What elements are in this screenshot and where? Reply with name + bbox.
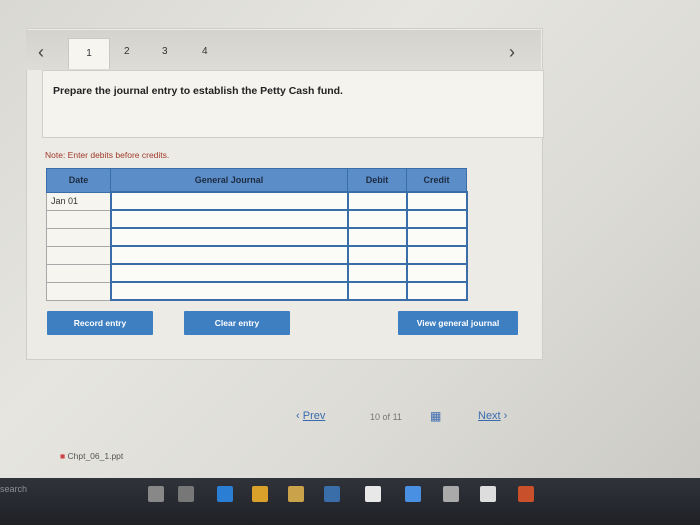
- tab-3[interactable]: 3: [162, 46, 168, 57]
- credit-input[interactable]: [405, 245, 468, 265]
- journal-table: Date General Journal Debit Credit Jan 01: [46, 168, 468, 301]
- header-debit: Debit: [347, 168, 407, 193]
- debit-input[interactable]: [346, 191, 408, 211]
- credit-input[interactable]: [405, 209, 468, 229]
- question-text: Prepare the journal entry to establish t…: [53, 85, 343, 97]
- credit-input[interactable]: [405, 281, 468, 301]
- debit-input[interactable]: [346, 209, 408, 229]
- table-row: Jan 01: [46, 191, 468, 211]
- store-icon[interactable]: [324, 486, 340, 502]
- debit-input[interactable]: [346, 227, 408, 247]
- mail-icon[interactable]: [480, 486, 496, 502]
- file-explorer-icon[interactable]: [288, 486, 304, 502]
- download-file-name: Chpt_06_1.ppt: [67, 451, 124, 461]
- account-input[interactable]: [109, 245, 349, 265]
- debit-input[interactable]: [346, 245, 408, 265]
- date-cell[interactable]: [46, 209, 111, 229]
- date-cell[interactable]: [46, 245, 111, 265]
- question-tabs: ‹ 1 2 3 4 ›: [26, 30, 541, 70]
- tab-2[interactable]: 2: [124, 46, 130, 57]
- chevron-right-icon[interactable]: ›: [509, 42, 515, 63]
- ppt-file-icon: ■: [60, 451, 68, 461]
- chevron-left-icon: ‹: [296, 410, 303, 422]
- chrome-icon[interactable]: [252, 486, 268, 502]
- powerpoint-icon[interactable]: [518, 486, 534, 502]
- dropbox-icon[interactable]: [405, 486, 421, 502]
- edge-icon[interactable]: [217, 486, 233, 502]
- page-indicator: 10 of 11: [370, 412, 402, 422]
- date-cell[interactable]: Jan 01: [46, 191, 111, 211]
- chevron-right-icon: ›: [500, 410, 508, 422]
- page-position: 10: [370, 412, 381, 422]
- page-of: of: [382, 412, 391, 422]
- date-cell[interactable]: [46, 281, 111, 301]
- date-cell[interactable]: [46, 227, 111, 247]
- table-row: [46, 281, 468, 301]
- header-general-journal: General Journal: [110, 168, 348, 193]
- account-input[interactable]: [109, 209, 349, 229]
- credit-input[interactable]: [405, 227, 468, 247]
- page-total: 11: [392, 412, 402, 422]
- amazon-icon[interactable]: [365, 486, 381, 502]
- grid-icon[interactable]: ▦: [430, 409, 441, 423]
- next-label: Next: [478, 410, 501, 422]
- clear-entry-button[interactable]: Clear entry: [184, 311, 290, 335]
- infinity-icon[interactable]: [443, 486, 459, 502]
- header-credit: Credit: [406, 168, 467, 193]
- credit-input[interactable]: [405, 191, 468, 211]
- tab-1[interactable]: 1: [68, 38, 110, 69]
- next-link[interactable]: Next ›: [478, 410, 507, 422]
- view-general-journal-button[interactable]: View general journal: [398, 311, 518, 335]
- date-cell[interactable]: [46, 263, 111, 283]
- prev-link[interactable]: ‹ Prev: [296, 410, 325, 422]
- credit-input[interactable]: [405, 263, 468, 283]
- taskbar-search[interactable]: search: [0, 484, 27, 494]
- account-input[interactable]: [109, 263, 349, 283]
- task-view-icon[interactable]: [178, 486, 194, 502]
- tab-4[interactable]: 4: [202, 46, 208, 57]
- mic-icon[interactable]: [148, 486, 164, 502]
- account-input[interactable]: [109, 191, 349, 211]
- table-row: [46, 209, 468, 229]
- account-input[interactable]: [109, 281, 349, 301]
- download-item[interactable]: ■ Chpt_06_1.ppt: [60, 451, 123, 461]
- chevron-left-icon[interactable]: ‹: [38, 42, 44, 63]
- prev-label: Prev: [302, 410, 326, 422]
- record-entry-button[interactable]: Record entry: [47, 311, 153, 335]
- taskbar: search: [0, 478, 700, 525]
- table-row: [46, 245, 468, 265]
- table-row: [46, 227, 468, 247]
- table-row: [46, 263, 468, 283]
- header-date: Date: [46, 168, 111, 193]
- debit-input[interactable]: [346, 281, 408, 301]
- debit-input[interactable]: [346, 263, 408, 283]
- note-text: Note: Enter debits before credits.: [45, 150, 170, 160]
- question-box: Prepare the journal entry to establish t…: [42, 70, 544, 138]
- account-input[interactable]: [109, 227, 349, 247]
